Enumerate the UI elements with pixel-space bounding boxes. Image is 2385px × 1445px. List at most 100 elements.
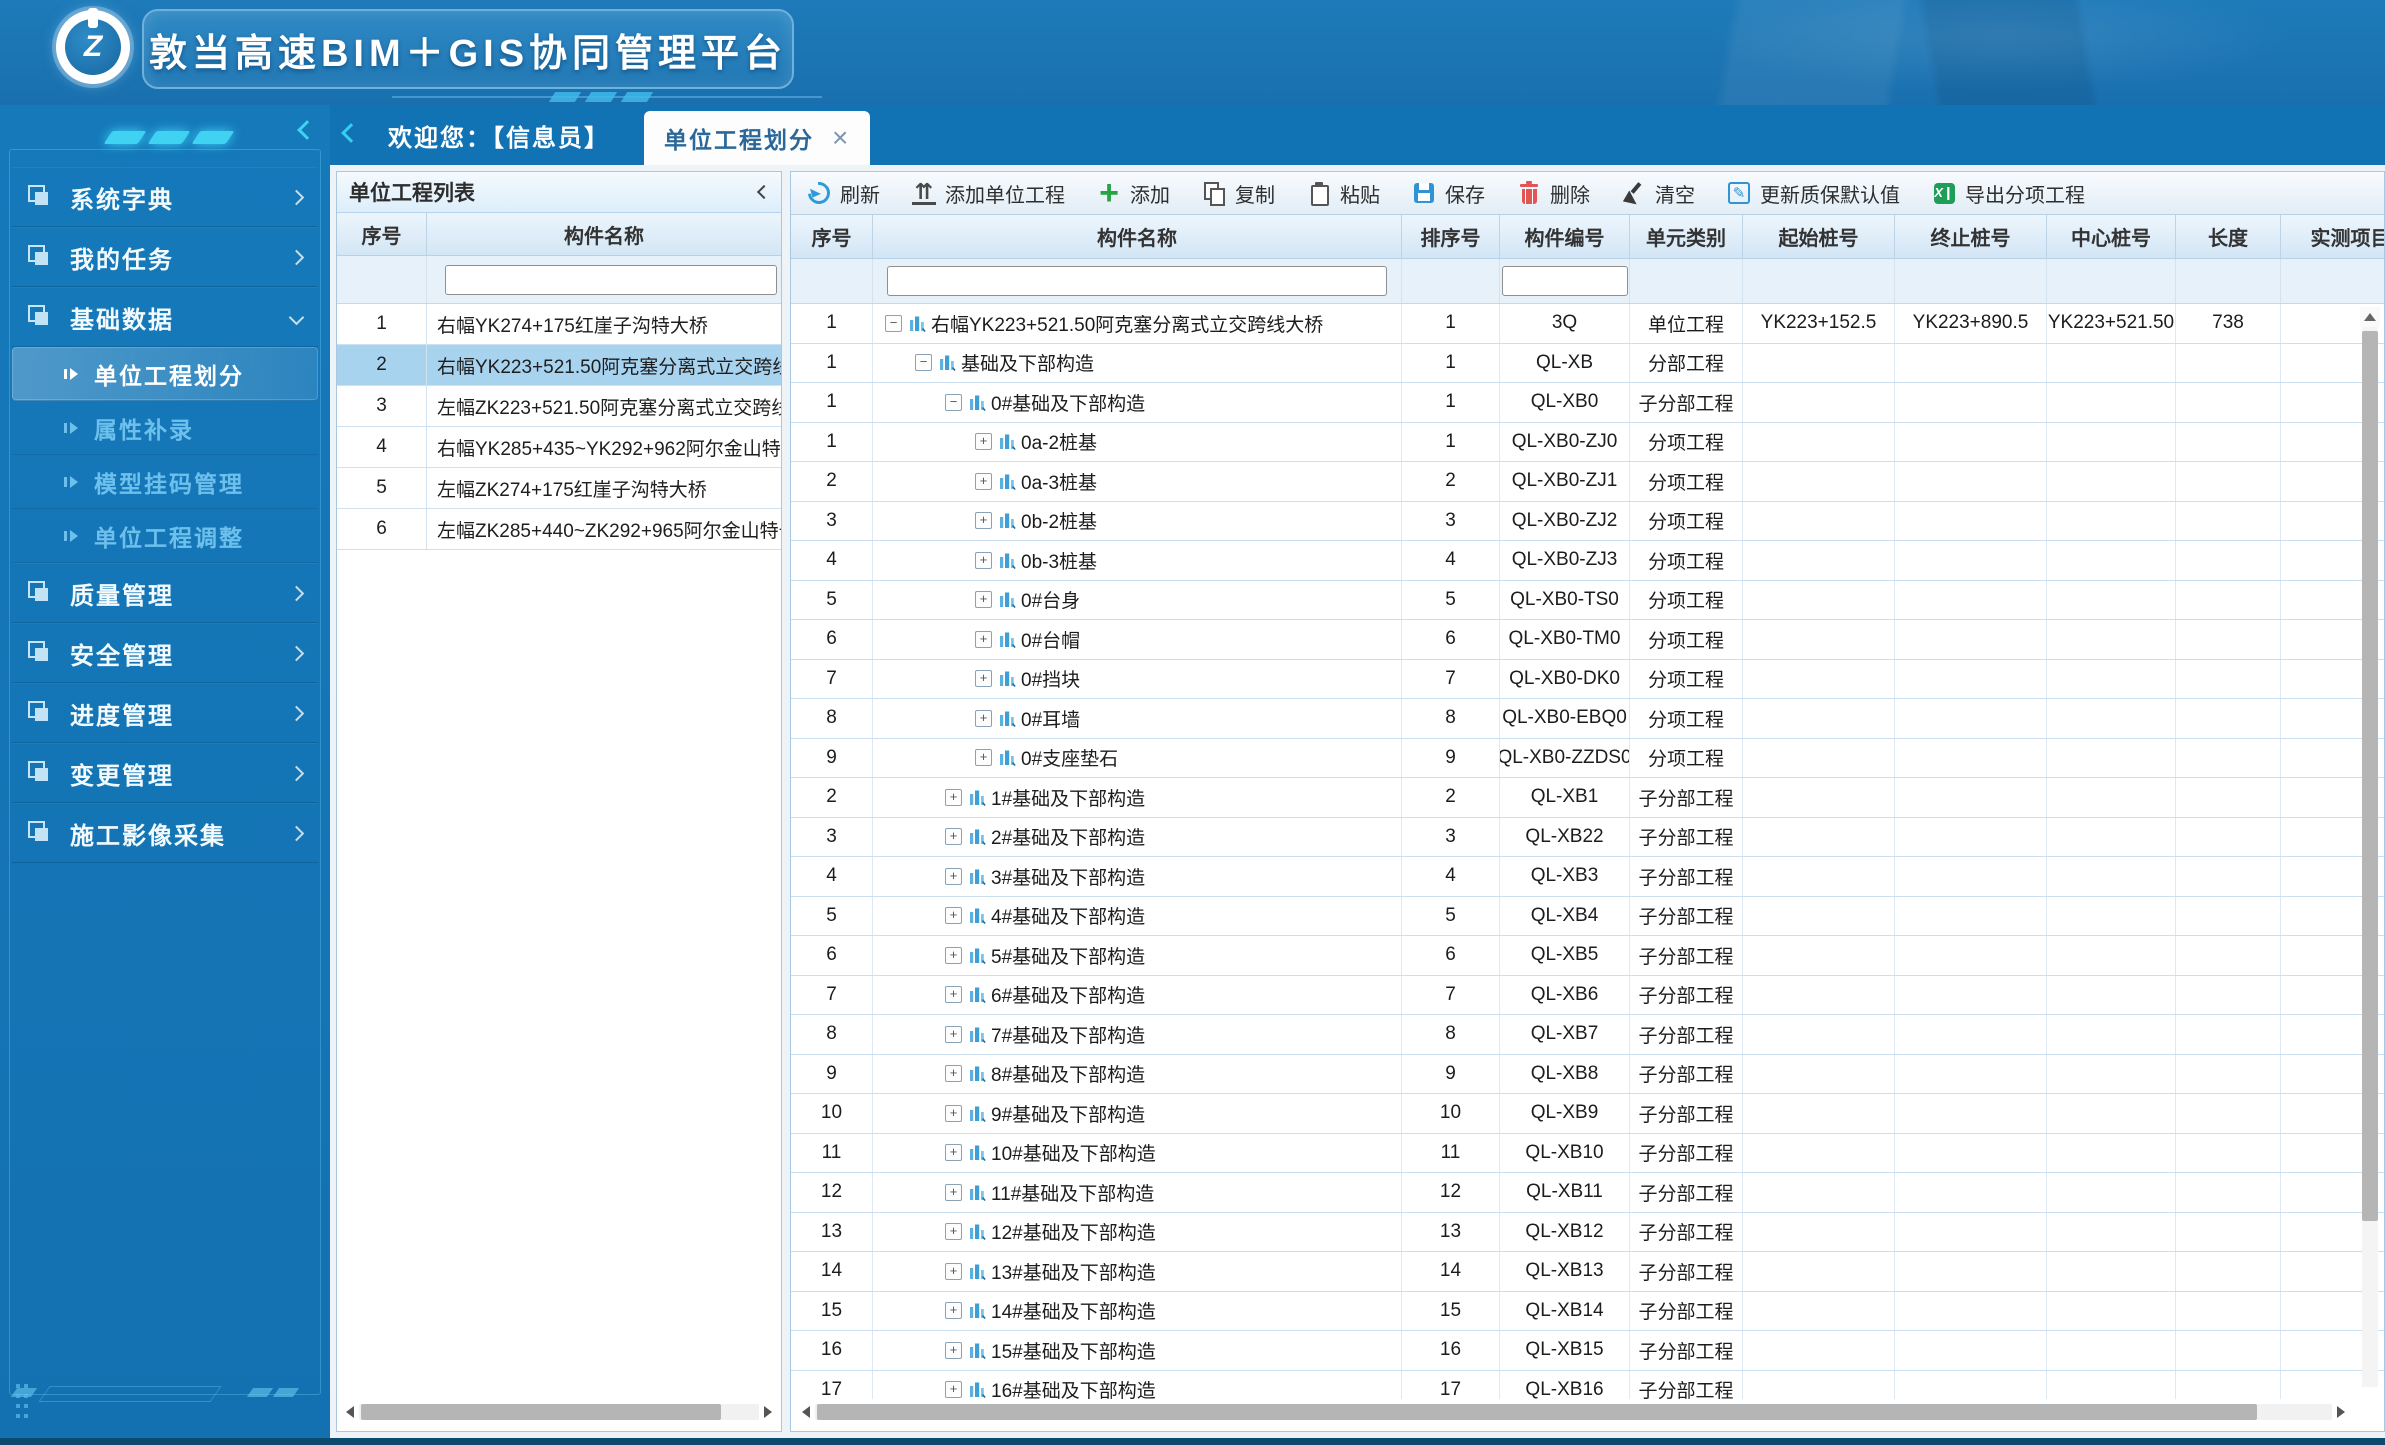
sidebar-item-施工影像采集[interactable]: 施工影像采集	[12, 803, 318, 863]
sidebar-item-质量管理[interactable]: 质量管理	[12, 563, 318, 623]
table-row[interactable]: 9+0#支座垫石9QL-XB0-ZZDS0分项工程	[791, 739, 2384, 779]
expand-toggle-icon[interactable]: +	[945, 1026, 962, 1043]
scrollbar-track[interactable]	[359, 1404, 759, 1420]
tab-close-icon[interactable]: ×	[832, 128, 850, 148]
left-name-filter-input[interactable]	[445, 265, 777, 295]
left-panel-hscrollbar[interactable]	[341, 1401, 777, 1423]
table-row[interactable]: 17+16#基础及下部构造17QL-XB16子分部工程	[791, 1371, 2384, 1400]
table-row[interactable]: 2+1#基础及下部构造2QL-XB1子分部工程	[791, 778, 2384, 818]
expand-toggle-icon[interactable]: +	[945, 1144, 962, 1161]
table-row[interactable]: 8+7#基础及下部构造8QL-XB7子分部工程	[791, 1015, 2384, 1055]
vscrollbar-track[interactable]	[2362, 327, 2378, 1387]
sidebar-item-安全管理[interactable]: 安全管理	[12, 623, 318, 683]
sidebar-subitem-属性补录[interactable]: 属性补录	[12, 401, 318, 455]
scroll-left-arrow-icon[interactable]	[341, 1403, 359, 1421]
expand-toggle-icon[interactable]: +	[945, 828, 962, 845]
expand-toggle-icon[interactable]: +	[975, 473, 992, 490]
sidebar-subitem-单位工程划分[interactable]: 单位工程划分	[12, 347, 318, 401]
删除-button[interactable]: 删除	[1517, 179, 1590, 208]
清空-button[interactable]: 清空	[1622, 179, 1695, 208]
sidebar-subitem-单位工程调整[interactable]: 单位工程调整	[12, 509, 318, 563]
collapse-toggle-icon[interactable]: −	[885, 315, 902, 332]
添加-button[interactable]: +添加	[1097, 179, 1170, 208]
table-row[interactable]: 16+15#基础及下部构造16QL-XB15子分部工程	[791, 1331, 2384, 1371]
table-row[interactable]: 6+0#台帽6QL-XB0-TM0分项工程	[791, 620, 2384, 660]
list-item[interactable]: 2右幅YK223+521.50阿克塞分离式立交跨线大桥	[337, 345, 781, 386]
sidebar-subitem-模型挂码管理[interactable]: 模型挂码管理	[12, 455, 318, 509]
sidebar-item-进度管理[interactable]: 进度管理	[12, 683, 318, 743]
table-row[interactable]: 15+14#基础及下部构造15QL-XB14子分部工程	[791, 1292, 2384, 1332]
list-item[interactable]: 6左幅ZK285+440~ZK292+965阿尔金山特长隧道	[337, 509, 781, 550]
expand-toggle-icon[interactable]: +	[945, 1342, 962, 1359]
expand-toggle-icon[interactable]: +	[945, 1065, 962, 1082]
expand-toggle-icon[interactable]: +	[975, 512, 992, 529]
sidebar-collapse-icon[interactable]	[300, 123, 314, 142]
expand-toggle-icon[interactable]: +	[975, 552, 992, 569]
name-filter-input[interactable]	[887, 266, 1387, 296]
main-table-vscrollbar[interactable]	[2360, 307, 2380, 1387]
list-item[interactable]: 5左幅ZK274+175红崖子沟特大桥	[337, 468, 781, 509]
table-row[interactable]: 2+0a-3桩基2QL-XB0-ZJ1分项工程	[791, 462, 2384, 502]
table-row[interactable]: 10+9#基础及下部构造10QL-XB9子分部工程	[791, 1094, 2384, 1134]
table-row[interactable]: 7+6#基础及下部构造7QL-XB6子分部工程	[791, 976, 2384, 1016]
expand-toggle-icon[interactable]: +	[945, 947, 962, 964]
panel-collapse-icon[interactable]	[757, 185, 771, 199]
scroll-right-arrow-icon[interactable]	[759, 1403, 777, 1421]
scrollbar-thumb[interactable]	[817, 1404, 2257, 1420]
list-item[interactable]: 1右幅YK274+175红崖子沟特大桥	[337, 304, 781, 345]
table-row[interactable]: 6+5#基础及下部构造6QL-XB5子分部工程	[791, 936, 2384, 976]
expand-toggle-icon[interactable]: +	[945, 1105, 962, 1122]
table-row[interactable]: 9+8#基础及下部构造9QL-XB8子分部工程	[791, 1055, 2384, 1095]
expand-toggle-icon[interactable]: +	[975, 433, 992, 450]
scrollbar-track[interactable]	[815, 1404, 2332, 1420]
table-row[interactable]: 1−右幅YK223+521.50阿克塞分离式立交跨线大桥13Q单位工程YK223…	[791, 304, 2384, 344]
table-row[interactable]: 5+0#台身5QL-XB0-TS0分项工程	[791, 581, 2384, 621]
scroll-up-arrow-icon[interactable]	[2360, 307, 2380, 327]
tab-unit-project-division[interactable]: 单位工程划分 ×	[644, 111, 870, 165]
table-row[interactable]: 12+11#基础及下部构造12QL-XB11子分部工程	[791, 1173, 2384, 1213]
expand-toggle-icon[interactable]: +	[975, 670, 992, 687]
collapse-toggle-icon[interactable]: −	[915, 354, 932, 371]
table-row[interactable]: 7+0#挡块7QL-XB0-DK0分项工程	[791, 660, 2384, 700]
expand-toggle-icon[interactable]: +	[975, 631, 992, 648]
expand-toggle-icon[interactable]: +	[975, 591, 992, 608]
table-row[interactable]: 13+12#基础及下部构造13QL-XB12子分部工程	[791, 1213, 2384, 1253]
code-filter-input[interactable]	[1502, 266, 1628, 296]
复制-button[interactable]: 复制	[1202, 179, 1275, 208]
table-row[interactable]: 3+0b-2桩基3QL-XB0-ZJ2分项工程	[791, 502, 2384, 542]
back-chevron-icon[interactable]	[344, 126, 358, 145]
expand-toggle-icon[interactable]: +	[945, 907, 962, 924]
scrollbar-thumb[interactable]	[361, 1404, 721, 1420]
main-table-hscrollbar[interactable]	[797, 1401, 2350, 1423]
expand-toggle-icon[interactable]: +	[975, 749, 992, 766]
导出分项工程-button[interactable]: X❙导出分项工程	[1932, 179, 2085, 208]
sidebar-item-我的任务[interactable]: 我的任务	[12, 227, 318, 287]
table-row[interactable]: 4+0b-3桩基4QL-XB0-ZJ3分项工程	[791, 541, 2384, 581]
table-row[interactable]: 14+13#基础及下部构造14QL-XB13子分部工程	[791, 1252, 2384, 1292]
table-row[interactable]: 5+4#基础及下部构造5QL-XB4子分部工程	[791, 897, 2384, 937]
expand-toggle-icon[interactable]: +	[975, 710, 992, 727]
table-row[interactable]: 11+10#基础及下部构造11QL-XB10子分部工程	[791, 1134, 2384, 1174]
更新质保默认值-button[interactable]: ✎更新质保默认值	[1727, 179, 1900, 208]
table-row[interactable]: 1+0a-2桩基1QL-XB0-ZJ0分项工程	[791, 423, 2384, 463]
sidebar-item-系统字典[interactable]: 系统字典	[12, 167, 318, 227]
table-row[interactable]: 1−基础及下部构造1QL-XB分部工程	[791, 344, 2384, 384]
刷新-button[interactable]: 刷新	[807, 179, 880, 208]
expand-toggle-icon[interactable]: +	[945, 789, 962, 806]
vscrollbar-thumb[interactable]	[2362, 331, 2378, 1221]
粘贴-button[interactable]: 粘贴	[1307, 179, 1380, 208]
expand-toggle-icon[interactable]: +	[945, 1302, 962, 1319]
scroll-left-arrow-icon[interactable]	[797, 1403, 815, 1421]
expand-toggle-icon[interactable]: +	[945, 1381, 962, 1398]
添加单位工程-button[interactable]: ⇈添加单位工程	[912, 179, 1065, 208]
list-item[interactable]: 3左幅ZK223+521.50阿克塞分离式立交跨线大桥	[337, 386, 781, 427]
table-row[interactable]: 8+0#耳墙8QL-XB0-EBQ0分项工程	[791, 699, 2384, 739]
保存-button[interactable]: 保存	[1412, 179, 1485, 208]
table-row[interactable]: 4+3#基础及下部构造4QL-XB3子分部工程	[791, 857, 2384, 897]
sidebar-item-变更管理[interactable]: 变更管理	[12, 743, 318, 803]
expand-toggle-icon[interactable]: +	[945, 1263, 962, 1280]
table-row[interactable]: 1−0#基础及下部构造1QL-XB0子分部工程	[791, 383, 2384, 423]
collapse-toggle-icon[interactable]: −	[945, 394, 962, 411]
list-item[interactable]: 4右幅YK285+435~YK292+962阿尔金山特长隧道	[337, 427, 781, 468]
scroll-right-arrow-icon[interactable]	[2332, 1403, 2350, 1421]
